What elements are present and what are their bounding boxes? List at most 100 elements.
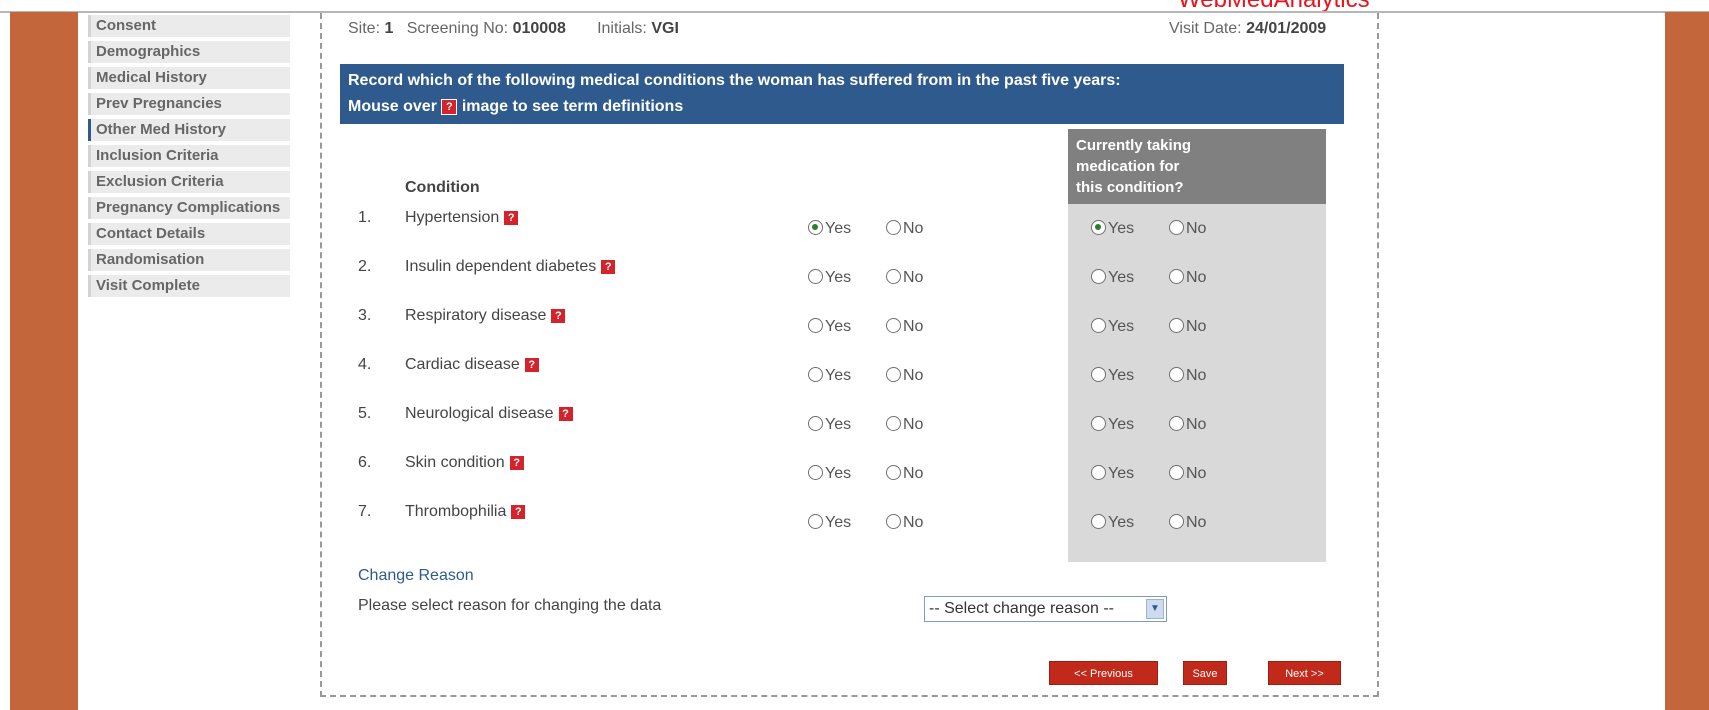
sidebar-item-demographics[interactable]: Demographics (88, 41, 290, 63)
yes-label: Yes (825, 367, 852, 384)
radio-icon[interactable] (886, 318, 901, 333)
initials-value: VGI (651, 20, 679, 37)
medication-no-option[interactable]: No (1169, 416, 1206, 434)
radio-icon[interactable] (886, 220, 901, 235)
suffered-yes-option[interactable]: Yes (808, 416, 851, 434)
sidebar-item-pregnancy-complications[interactable]: Pregnancy Complications (88, 197, 290, 219)
brand-band-right (1665, 12, 1709, 710)
medication-yes-option[interactable]: Yes (1091, 416, 1134, 434)
radio-icon[interactable] (1091, 416, 1106, 431)
suffered-no-option[interactable]: No (886, 514, 923, 532)
chevron-down-icon[interactable]: ▼ (1146, 599, 1164, 619)
radio-icon[interactable] (1091, 220, 1106, 235)
medication-yes-option[interactable]: Yes (1091, 367, 1134, 385)
yes-label: Yes (1108, 465, 1135, 482)
suffered-no-option[interactable]: No (886, 318, 923, 336)
sidebar-item-contact-details[interactable]: Contact Details (88, 223, 290, 245)
sidebar-item-medical-history[interactable]: Medical History (88, 67, 290, 89)
save-button[interactable]: Save (1183, 661, 1227, 685)
radio-icon[interactable] (1169, 220, 1184, 235)
form-panel: Site: 1 Screening No: 010008 Initials: V… (320, 13, 1379, 697)
yes-label: Yes (825, 318, 852, 335)
suffered-yes-option[interactable]: Yes (808, 514, 851, 532)
radio-icon[interactable] (886, 416, 901, 431)
condition-row-skin-condition: 6. Skin condition? Yes No Yes No (322, 454, 1381, 503)
medication-yes-option[interactable]: Yes (1091, 269, 1134, 287)
visit-date-value: 24/01/2009 (1246, 20, 1327, 37)
help-icon[interactable]: ? (503, 209, 520, 226)
radio-icon[interactable] (1091, 269, 1106, 284)
radio-icon[interactable] (1091, 318, 1106, 333)
change-reason-title: Change Reason (358, 567, 474, 584)
radio-icon[interactable] (1169, 318, 1184, 333)
sidebar-item-visit-complete[interactable]: Visit Complete (88, 275, 290, 297)
screening-value: 010008 (512, 20, 566, 37)
radio-icon[interactable] (808, 514, 823, 529)
medication-yes-option[interactable]: Yes (1091, 514, 1134, 532)
radio-icon[interactable] (1169, 269, 1184, 284)
suffered-no-option[interactable]: No (886, 465, 923, 483)
medication-no-option[interactable]: No (1169, 367, 1206, 385)
sidebar-item-prev-pregnancies[interactable]: Prev Pregnancies (88, 93, 290, 115)
medication-column-header: Currently taking medication for this con… (1068, 129, 1326, 204)
condition-name: Neurological disease (405, 405, 554, 422)
help-icon[interactable]: ? (508, 454, 525, 471)
suffered-no-option[interactable]: No (886, 269, 923, 287)
medication-yes-option[interactable]: Yes (1091, 318, 1134, 336)
medication-no-option[interactable]: No (1169, 269, 1206, 287)
sidebar-item-exclusion-criteria[interactable]: Exclusion Criteria (88, 171, 290, 193)
previous-button[interactable]: << Previous (1049, 661, 1158, 685)
help-icon: ? (441, 98, 458, 115)
radio-icon[interactable] (808, 318, 823, 333)
suffered-no-option[interactable]: No (886, 220, 923, 238)
radio-icon[interactable] (808, 220, 823, 235)
help-icon[interactable]: ? (510, 503, 527, 520)
radio-icon[interactable] (1169, 514, 1184, 529)
suffered-yes-option[interactable]: Yes (808, 318, 851, 336)
suffered-yes-option[interactable]: Yes (808, 465, 851, 483)
sidebar-item-randomisation[interactable]: Randomisation (88, 249, 290, 271)
sidebar-item-other-med-history[interactable]: Other Med History (88, 119, 290, 141)
suffered-yes-option[interactable]: Yes (808, 269, 851, 287)
suffered-no-option[interactable]: No (886, 367, 923, 385)
medication-no-option[interactable]: No (1169, 514, 1206, 532)
condition-row-thrombophilia: 7. Thrombophilia? Yes No Yes No (322, 503, 1381, 552)
help-icon[interactable]: ? (557, 405, 574, 422)
radio-icon[interactable] (808, 416, 823, 431)
radio-icon[interactable] (1091, 367, 1106, 382)
suffered-no-option[interactable]: No (886, 416, 923, 434)
medication-no-option[interactable]: No (1169, 220, 1206, 238)
condition-column-header: Condition (405, 179, 480, 196)
next-button[interactable]: Next >> (1268, 661, 1341, 685)
help-instruction-suffix: image to see term definitions (461, 98, 684, 115)
medication-yes-option[interactable]: Yes (1091, 220, 1134, 238)
radio-icon[interactable] (886, 269, 901, 284)
radio-icon[interactable] (886, 465, 901, 480)
suffered-yes-option[interactable]: Yes (808, 220, 851, 238)
radio-icon[interactable] (1169, 465, 1184, 480)
help-icon[interactable]: ? (550, 307, 567, 324)
condition-name: Respiratory disease (405, 307, 547, 324)
suffered-yes-option[interactable]: Yes (808, 367, 851, 385)
sidebar-item-consent[interactable]: Consent (88, 15, 290, 37)
help-icon[interactable]: ? (600, 258, 617, 275)
radio-icon[interactable] (1091, 465, 1106, 480)
medication-yes-option[interactable]: Yes (1091, 465, 1134, 483)
radio-icon[interactable] (1091, 514, 1106, 529)
radio-icon[interactable] (886, 514, 901, 529)
no-label: No (903, 514, 924, 531)
help-icon[interactable]: ? (523, 356, 540, 373)
radio-icon[interactable] (1169, 367, 1184, 382)
sidebar-item-inclusion-criteria[interactable]: Inclusion Criteria (88, 145, 290, 167)
radio-icon[interactable] (808, 367, 823, 382)
medication-no-option[interactable]: No (1169, 465, 1206, 483)
medication-no-option[interactable]: No (1169, 318, 1206, 336)
no-label: No (1186, 416, 1207, 433)
change-reason-select[interactable]: -- Select change reason -- ▼ (924, 596, 1167, 622)
radio-icon[interactable] (808, 465, 823, 480)
yes-label: Yes (825, 220, 852, 237)
condition-name: Thrombophilia (405, 503, 507, 520)
radio-icon[interactable] (808, 269, 823, 284)
radio-icon[interactable] (1169, 416, 1184, 431)
radio-icon[interactable] (886, 367, 901, 382)
